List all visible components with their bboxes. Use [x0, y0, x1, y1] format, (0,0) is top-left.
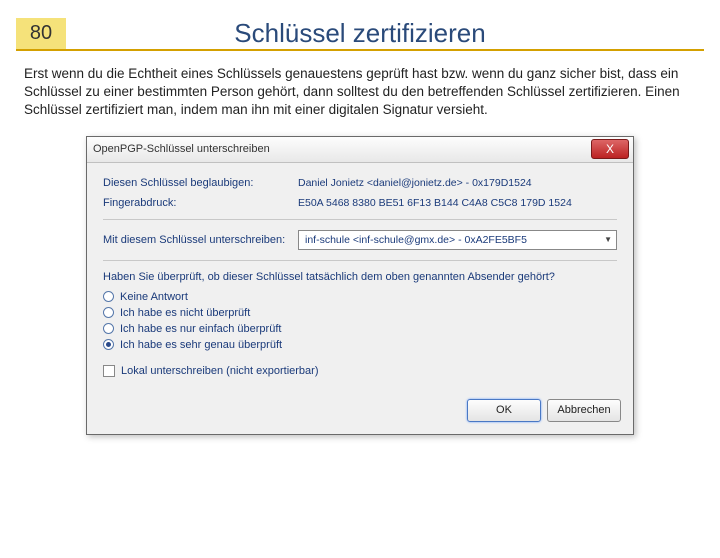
radio-not-checked[interactable]: Ich habe es nicht überprüft [103, 307, 617, 319]
radio-icon [103, 323, 114, 334]
signwith-value: inf-schule <inf-schule@gmx.de> - 0xA2FE5… [305, 234, 527, 246]
dialog-container: OpenPGP-Schlüssel unterschreiben X Diese… [0, 136, 720, 435]
local-sign-checkbox-row[interactable]: Lokal unterschreiben (nicht exportierbar… [103, 365, 617, 377]
radio-label: Ich habe es sehr genau überprüft [120, 339, 282, 351]
radio-label: Keine Antwort [120, 291, 188, 303]
signwith-label: Mit diesem Schlüssel unterschreiben: [103, 234, 298, 246]
radio-icon [103, 339, 114, 350]
dialog-content: Diesen Schlüssel beglaubigen: Daniel Jon… [87, 163, 633, 389]
body-paragraph: Erst wenn du die Echtheit eines Schlüsse… [24, 65, 696, 120]
separator [103, 260, 617, 261]
sign-key-dialog: OpenPGP-Schlüssel unterschreiben X Diese… [86, 136, 634, 435]
radio-label: Ich habe es nur einfach überprüft [120, 323, 281, 335]
ok-button[interactable]: OK [467, 399, 541, 422]
slide-number: 80 [16, 18, 66, 49]
dialog-button-row: OK Abbrechen [87, 389, 633, 434]
checkbox-icon [103, 365, 115, 377]
fingerprint-row: Fingerabdruck: E50A 5468 8380 BE51 6F13 … [103, 197, 617, 209]
fingerprint-label: Fingerabdruck: [103, 197, 298, 209]
chevron-down-icon: ▼ [604, 235, 612, 244]
slide-header: 80 Schlüssel zertifizieren [16, 18, 704, 51]
slide-title: Schlüssel zertifizieren [66, 18, 704, 49]
certify-label: Diesen Schlüssel beglaubigen: [103, 177, 298, 189]
separator [103, 219, 617, 220]
close-button[interactable]: X [591, 139, 629, 159]
checkbox-label: Lokal unterschreiben (nicht exportierbar… [121, 365, 319, 377]
radio-label: Ich habe es nicht überprüft [120, 307, 250, 319]
radio-carefully-checked[interactable]: Ich habe es sehr genau überprüft [103, 339, 617, 351]
dialog-title: OpenPGP-Schlüssel unterschreiben [93, 143, 270, 155]
radio-icon [103, 291, 114, 302]
fingerprint-value: E50A 5468 8380 BE51 6F13 B144 C4A8 C5C8 … [298, 197, 617, 209]
cancel-button[interactable]: Abbrechen [547, 399, 621, 422]
radio-casually-checked[interactable]: Ich habe es nur einfach überprüft [103, 323, 617, 335]
dialog-titlebar: OpenPGP-Schlüssel unterschreiben X [87, 137, 633, 163]
radio-icon [103, 307, 114, 318]
radio-no-answer[interactable]: Keine Antwort [103, 291, 617, 303]
certify-value: Daniel Jonietz <daniel@jonietz.de> - 0x1… [298, 177, 617, 189]
signwith-row: Mit diesem Schlüssel unterschreiben: inf… [103, 230, 617, 250]
verify-question: Haben Sie überprüft, ob dieser Schlüssel… [103, 271, 617, 283]
certify-row: Diesen Schlüssel beglaubigen: Daniel Jon… [103, 177, 617, 189]
signwith-dropdown[interactable]: inf-schule <inf-schule@gmx.de> - 0xA2FE5… [298, 230, 617, 250]
